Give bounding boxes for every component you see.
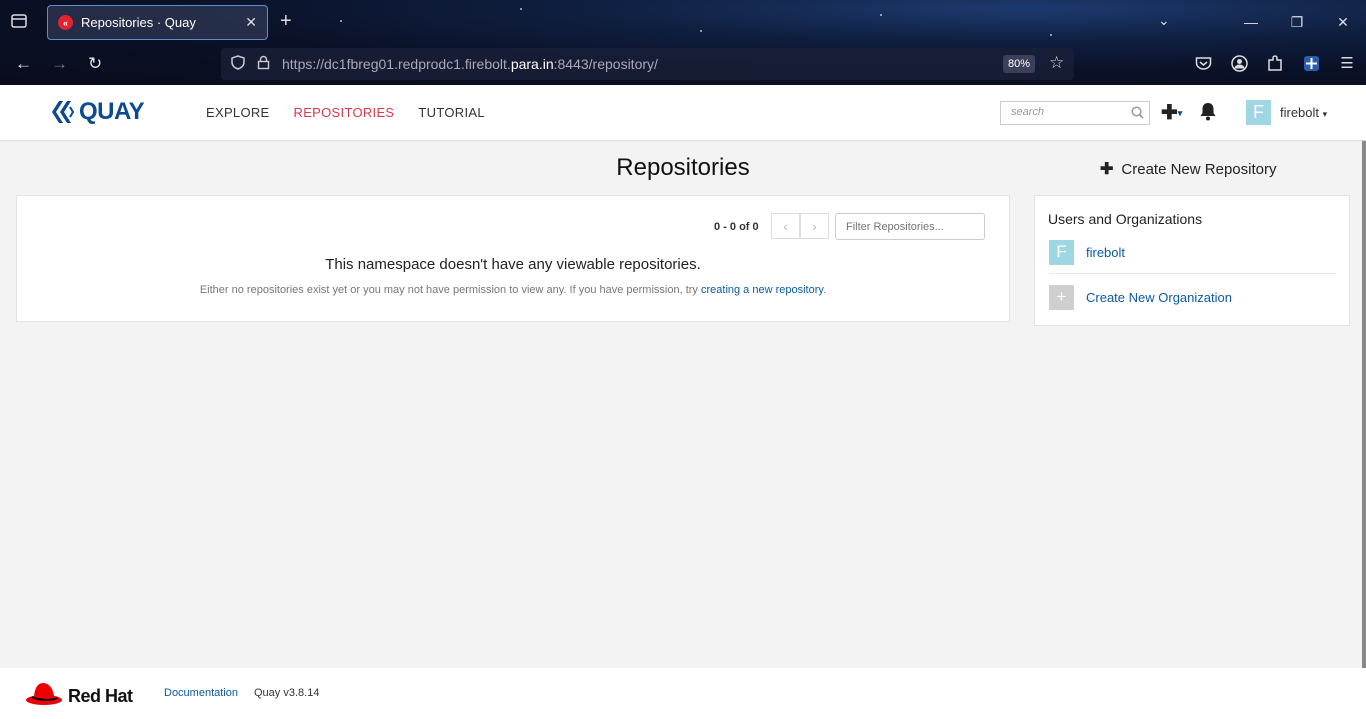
empty-sub-suffix: . [823,284,827,296]
url-suffix: :8443/repository/ [553,56,658,72]
create-repo-label: Create New Repository [1121,161,1277,178]
nav-explore[interactable]: EXPLORE [206,105,270,120]
quay-navbar: QUAY EXPLORE REPOSITORIES TUTORIAL searc… [0,85,1366,141]
restore-icon[interactable]: ❐ [1274,0,1320,44]
documentation-link[interactable]: Documentation [164,687,238,699]
back-arrow-icon[interactable]: ← [15,54,32,74]
plus-icon: + [1049,284,1074,310]
url-domain: para.in [510,56,554,72]
plus-icon: ✚ [1100,161,1114,178]
url-prefix: https://dc1fbreg01.redprodc1.firebolt. [282,56,511,72]
create-new-organization-item[interactable]: + Create New Organization [1049,278,1336,316]
filter-repositories-input[interactable] [835,213,985,240]
tab-bar: « Repositories · Quay ✕ + ⌄ — ❐ ✕ [0,0,1366,44]
browser-tab-active[interactable]: « Repositories · Quay ✕ [47,5,268,40]
tab-title: Repositories · Quay [81,15,196,30]
forward-arrow-icon[interactable]: → [51,54,68,74]
browser-toolbar: ← → ↻ https://dc1fbreg01.redprodc1.fireb… [0,44,1366,85]
shield-icon[interactable] [231,55,245,73]
search-placeholder: search [1011,106,1045,118]
lock-icon[interactable] [257,55,270,73]
pager-count: 0 - 0 of 0 [714,221,759,233]
quay-page: QUAY EXPLORE REPOSITORIES TUTORIAL searc… [0,85,1366,719]
empty-sub-prefix: Either no repositories exist yet or you … [199,284,701,296]
minimize-icon[interactable]: — [1228,0,1274,44]
namespace-link[interactable]: firebolt [1086,245,1125,260]
close-window-icon[interactable]: ✕ [1320,0,1366,44]
browser-chrome: « Repositories · Quay ✕ + ⌄ — ❐ ✕ ← → ↻ … [0,0,1366,85]
bookmark-star-icon[interactable]: ☆ [1049,53,1064,73]
window-controls: — ❐ ✕ [1228,0,1366,44]
search-icon[interactable] [1131,106,1144,122]
close-tab-icon[interactable]: ✕ [245,14,257,31]
user-avatar[interactable]: F [1246,100,1271,125]
caret-down-icon: ▾ [1322,109,1328,119]
quay-logo-icon [51,99,75,125]
version-text: Quay v3.8.14 [254,687,320,699]
redhat-fedora-icon [25,680,63,712]
notifications-bell-icon[interactable] [1199,102,1217,126]
create-new-repository-button[interactable]: ✚ Create New Repository [1100,159,1276,179]
search-input[interactable]: search [1000,101,1150,125]
create-org-link[interactable]: Create New Organization [1086,290,1232,305]
quay-logo-text: QUAY [79,98,145,125]
redhat-logo[interactable]: Red Hat [25,680,133,712]
repository-list-panel: 0 - 0 of 0 ‹ › This namespace doesn't ha… [16,195,1010,322]
nav-repositories[interactable]: REPOSITORIES [294,105,395,120]
pager-buttons: ‹ › [771,213,829,239]
panel-heading: Users and Organizations [1048,211,1203,227]
empty-state-subtext: Either no repositories exist yet or you … [17,284,1009,296]
user-name: firebolt [1280,105,1320,120]
reload-icon[interactable]: ↻ [88,54,102,74]
address-bar[interactable]: https://dc1fbreg01.redprodc1.firebolt.pa… [221,48,1074,80]
scrollbar[interactable] [1362,141,1366,671]
chevron-down-icon[interactable]: ⌄ [1158,12,1170,29]
divider [1049,273,1336,274]
toolbar-right-icons: ☰ [1194,54,1356,72]
zoom-indicator[interactable]: 80% [1003,55,1036,73]
new-tab-icon[interactable]: + [280,10,292,33]
extension-plugin-icon[interactable] [1302,54,1320,72]
create-plus-menu-icon[interactable]: ✚▾ [1161,100,1182,125]
main-nav: EXPLORE REPOSITORIES TUTORIAL [206,105,485,120]
creating-new-repository-link[interactable]: creating a new repository [701,284,823,296]
url-text[interactable]: https://dc1fbreg01.redprodc1.firebolt.pa… [282,56,658,72]
nav-tutorial[interactable]: TUTORIAL [418,105,484,120]
empty-state-title: This namespace doesn't have any viewable… [325,256,701,273]
chevron-right-icon[interactable]: › [800,213,829,239]
extensions-icon[interactable] [1266,54,1284,72]
footer: Red Hat Documentation Quay v3.8.14 [0,668,1366,719]
users-organizations-panel: Users and Organizations F firebolt + Cre… [1034,195,1350,326]
quay-favicon-icon: « [58,15,73,30]
hamburger-menu-icon[interactable]: ☰ [1338,54,1356,72]
redhat-text: Red Hat [68,685,133,706]
user-menu[interactable]: firebolt ▾ [1280,105,1327,120]
chevron-left-icon[interactable]: ‹ [771,213,800,239]
avatar: F [1049,239,1074,265]
tab-list-icon[interactable] [10,12,30,32]
namespace-item-firebolt[interactable]: F firebolt [1049,233,1336,271]
pocket-icon[interactable] [1194,54,1212,72]
account-icon[interactable] [1230,54,1248,72]
quay-logo[interactable]: QUAY [51,98,145,126]
